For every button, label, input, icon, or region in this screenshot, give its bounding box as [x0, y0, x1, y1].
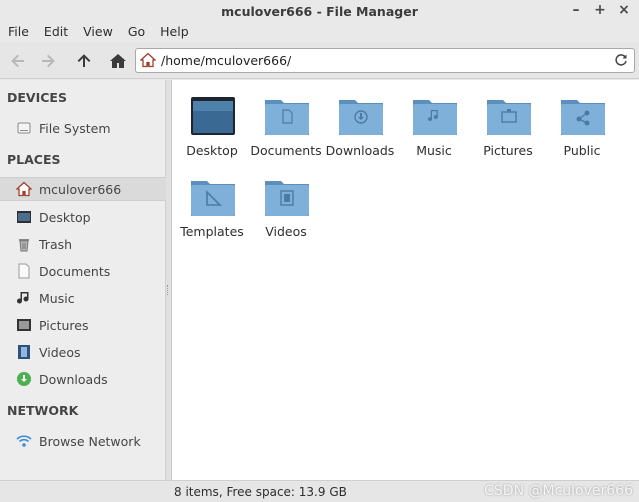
music-icon: [16, 290, 32, 306]
forward-arrow-icon: [42, 54, 55, 68]
videos-icon: [16, 344, 32, 360]
templates-folder-icon: [190, 177, 236, 217]
sidebar-item-trash[interactable]: Trash: [0, 232, 166, 256]
watermark: CSDN @Mculover666: [484, 483, 633, 499]
window-title: mculover666 - File Manager: [221, 4, 418, 19]
wifi-icon: [16, 433, 32, 449]
desktop-folder-icon: [190, 96, 236, 136]
document-icon: [16, 263, 32, 279]
reload-icon[interactable]: [614, 53, 628, 70]
file-item-music[interactable]: Music: [397, 80, 471, 158]
file-view: Desktop Documents Downloads Music Pictur…: [171, 80, 639, 480]
menu-edit[interactable]: Edit: [44, 22, 75, 43]
drive-icon: [16, 120, 32, 136]
menu-help[interactable]: Help: [160, 22, 196, 43]
file-item-documents[interactable]: Documents: [249, 80, 323, 158]
file-item-desktop[interactable]: Desktop: [175, 80, 249, 158]
public-folder-icon: [560, 96, 606, 136]
menu-go[interactable]: Go: [128, 22, 152, 43]
menu-file[interactable]: File: [8, 22, 36, 43]
minimize-button[interactable]: –: [569, 2, 583, 18]
sidebar-item-label: Documents: [39, 263, 111, 279]
home-icon: [110, 54, 126, 68]
status-text: 8 items, Free space: 13.9 GB: [174, 485, 347, 499]
file-item-templates[interactable]: Templates: [175, 161, 249, 239]
section-places: PLACES: [7, 152, 61, 167]
close-button[interactable]: ×: [617, 2, 631, 18]
music-folder-icon: [412, 96, 458, 136]
status-bar: 8 items, Free space: 13.9 GB CSDN @Mculo…: [0, 480, 639, 502]
sidebar-item-videos[interactable]: Videos: [0, 340, 166, 364]
sidebar-item-browse-network[interactable]: Browse Network: [0, 429, 166, 453]
sidebar-item-file-system[interactable]: File System: [0, 116, 166, 140]
location-path: /home/mculover666/: [161, 53, 292, 68]
sidebar-item-label: Music: [39, 290, 75, 306]
maximize-button[interactable]: +: [593, 2, 607, 18]
pictures-folder-icon: [486, 96, 532, 136]
home-button[interactable]: [108, 52, 128, 70]
sidebar-item-mculover666[interactable]: mculover666: [0, 177, 166, 201]
window-controls: – + ×: [569, 2, 631, 18]
sidebar-item-label: Browse Network: [39, 433, 141, 449]
videos-folder-icon: [264, 177, 310, 217]
file-item-pictures[interactable]: Pictures: [471, 80, 545, 158]
sidebar-item-label: Desktop: [39, 209, 91, 225]
menu-view[interactable]: View: [83, 22, 120, 43]
downloads-icon: [16, 371, 32, 387]
sidebar-item-music[interactable]: Music: [0, 286, 166, 310]
file-item-public[interactable]: Public: [545, 80, 619, 158]
pictures-icon: [16, 317, 32, 333]
file-item-downloads[interactable]: Downloads: [323, 80, 397, 158]
sidebar-item-label: File System: [39, 120, 111, 136]
location-home-icon: [139, 52, 157, 71]
sidebar-item-label: Trash: [39, 236, 73, 252]
sidebar-item-downloads[interactable]: Downloads: [0, 367, 166, 391]
file-item-label: Public: [563, 143, 601, 158]
sidebar-item-desktop[interactable]: Desktop: [0, 205, 166, 229]
file-item-label: Videos: [265, 224, 307, 239]
sidebar-item-pictures[interactable]: Pictures: [0, 313, 166, 337]
sidebar-item-label: Downloads: [39, 371, 108, 387]
sidebar: DEVICES File System PLACES mculover666 D…: [0, 80, 166, 480]
menu-bar: File Edit View Go Help: [0, 22, 639, 43]
sidebar-item-documents[interactable]: Documents: [0, 259, 166, 283]
sidebar-item-label: Pictures: [39, 317, 89, 333]
section-devices: DEVICES: [7, 90, 67, 105]
documents-folder-icon: [264, 96, 310, 136]
trash-icon: [16, 236, 32, 252]
up-arrow-icon: [77, 54, 91, 67]
up-button[interactable]: [74, 52, 94, 70]
back-arrow-icon: [11, 54, 24, 68]
sidebar-item-label: Videos: [39, 344, 81, 360]
back-button[interactable]: [8, 52, 28, 70]
downloads-folder-icon: [338, 96, 384, 136]
home-icon: [16, 181, 32, 197]
forward-button[interactable]: [38, 52, 58, 70]
location-bar[interactable]: /home/mculover666/: [135, 48, 635, 73]
file-item-videos[interactable]: Videos: [249, 161, 323, 239]
section-network: NETWORK: [7, 403, 79, 418]
title-bar: mculover666 - File Manager – + ×: [0, 0, 639, 22]
desktop-icon: [16, 209, 32, 225]
sidebar-item-label: mculover666: [39, 181, 122, 197]
